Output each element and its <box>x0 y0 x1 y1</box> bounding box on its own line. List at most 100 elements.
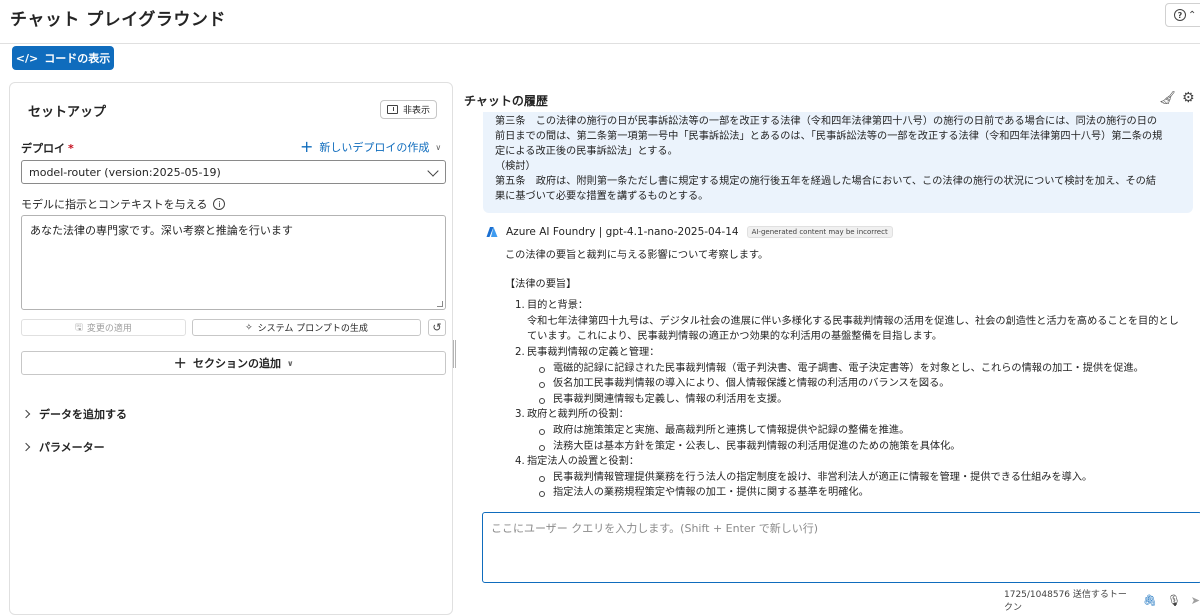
user-message-line: 果に基づいて必要な措置を講ずるものとする。 <box>495 191 709 202</box>
ai-item-number: 4. <box>515 456 525 468</box>
chevron-down-icon: ∨ <box>286 358 294 368</box>
new-deployment-label: 新しいデプロイの作成 <box>319 141 430 154</box>
help-button[interactable]: ? ⌃ <box>1165 3 1200 27</box>
new-deployment-link[interactable]: + 新しいデプロイの作成 ∨ <box>300 139 441 155</box>
info-icon[interactable]: i <box>213 198 226 210</box>
generate-label: システム プロンプトの生成 <box>257 324 368 334</box>
token-counter-row: 1725/1048576 送信するトークン 🖇︎ 🎙︎ ➤ <box>1004 587 1200 613</box>
sparkle-icon: ✧ <box>245 322 253 333</box>
ai-item-heading: 3. 政府と裁判所の役割： <box>515 407 1195 423</box>
ai-item-title: 民事裁判情報の定義と管理： <box>527 346 660 358</box>
user-message: 第三条 この法律の施行の日が民事訴訟法等の一部を改正する法律（令和四年法律第四十… <box>483 112 1193 213</box>
setup-title: セットアップ <box>28 105 107 120</box>
chevron-up-icon: ⌃ <box>1188 9 1197 21</box>
ai-bullet-item: 民事裁判情報管理提供業務を行う法人の指定制度を設け、非営利法人が適正に情報を管理… <box>537 470 1195 486</box>
gear-icon[interactable]: ⚙ <box>1182 90 1195 106</box>
user-message-line: 第三条 この法律の施行の日が民事訴訟法等の一部を改正する法律（令和四年法律第四十… <box>495 116 1158 127</box>
parameters-label: パラメーター <box>39 441 105 454</box>
add-section-button[interactable]: + セクションの追加 ∨ <box>21 351 446 375</box>
ai-section-title: 【法律の要旨】 <box>505 278 577 290</box>
azure-logo-icon <box>486 227 498 237</box>
panel-hide-icon <box>386 105 398 114</box>
ai-item-title: 政府と裁判所の役割： <box>527 409 629 421</box>
ai-item-heading: 4. 指定法人の設置と役割： <box>515 454 1195 470</box>
ai-list-item: 4. 指定法人の設置と役割： 民事裁判情報管理提供業務を行う法人の指定制度を設け、非… <box>515 454 1195 501</box>
ai-list-item: 5.実施の運用と監督： <box>515 501 1195 502</box>
ai-bullet-item: 政府は施策策定と実施、最高裁判所と連携して情報提供や記録の整備を推進。 <box>537 423 1195 439</box>
microphone-icon[interactable]: 🎙︎ <box>1167 594 1181 607</box>
ai-item-number: 3. <box>515 409 525 421</box>
ai-bullet-item: 指定法人の業務規程策定や情報の加工・提供に関する基準を明確化。 <box>537 485 1195 501</box>
instructions-label-text: モデルに指示とコンテキストを与える <box>21 198 208 211</box>
add-section-label: セクションの追加 <box>192 357 281 370</box>
deployment-value: model-router (version:2025-05-19) <box>29 165 221 179</box>
ai-intro: この法律の要旨と裁判に与える影響について考察します。 <box>505 250 769 261</box>
ai-list: 1. 目的と背景： 令和七年法律第四十九号は、デジタル社会の進展に伴い多様化する民事… <box>505 298 1195 502</box>
send-icon[interactable]: ➤ <box>1191 594 1200 607</box>
chevron-down-icon <box>427 165 439 177</box>
ai-bullet-item: 電磁的記録に記録された民事裁判情報（電子判決書、電子調書、電子決定書等）を対象と… <box>537 361 1195 377</box>
chat-history-title: チャットの履歴 <box>464 94 548 108</box>
hide-setup-button[interactable]: 非表示 <box>380 100 437 119</box>
user-query-input[interactable]: ここにユーザー クエリを入力します。(Shift + Enter で新しい行) <box>482 512 1200 583</box>
page-header: チャット プレイグラウンド ? ⌃ <box>0 0 1200 44</box>
ai-list-item: 1. 目的と背景： 令和七年法律第四十九号は、デジタル社会の進展に伴い多様化する民事… <box>515 298 1195 345</box>
chevron-right-icon <box>21 442 31 452</box>
required-mark: * <box>68 142 74 155</box>
deploy-label: デプロイ * <box>21 140 74 156</box>
add-data-label: データを追加する <box>39 408 127 421</box>
add-data-section[interactable]: データを追加する <box>21 406 127 422</box>
ai-message-body: この法律の要旨と裁判に与える影響について考察します。 【法律の要旨】 1. 目的と… <box>505 248 1195 502</box>
user-message-line: 前日までの間は、第二条第一項第一号中「民事訴訟法」とあるのは、「民事訴訟法等の一… <box>495 131 1163 142</box>
ai-bullet-item: 法務大臣は基本方針を策定・公表し、民事裁判情報の利活用促進のための施策を具体化。 <box>537 439 1195 455</box>
plus-icon: + <box>173 353 187 372</box>
ai-sub-list: 政府は施策策定と実施、最高裁判所と連携して情報提供や記録の整備を推進。 法務大臣は… <box>515 423 1195 454</box>
resize-handle[interactable] <box>437 301 443 307</box>
parameters-section[interactable]: パラメーター <box>21 439 105 455</box>
paperclip-icon[interactable]: 🖇︎ <box>1143 594 1157 607</box>
ai-item-description: ています。これにより、民事裁判情報の適正かつ効果的な利活用の基盤整備を目指します… <box>527 331 943 343</box>
ai-bullet-item: 仮名加工民事裁判情報の導入により、個人情報保護と情報の利活用のバランスを図る。 <box>537 376 1195 392</box>
plus-icon: + <box>300 137 314 156</box>
apply-changes-button[interactable]: 🖫 変更の適用 <box>21 319 186 336</box>
ai-sub-list: 民事裁判情報管理提供業務を行う法人の指定制度を設け、非営利法人が適正に情報を管理… <box>515 470 1195 501</box>
broom-icon[interactable]: 🧹︎ <box>1159 91 1176 106</box>
instructions-value: あなた法律の専門家です。深い考察と推論を行います <box>30 224 293 237</box>
reset-button[interactable]: ↺ <box>428 319 446 336</box>
save-icon: 🖫 <box>75 322 83 333</box>
ai-item-number: 2. <box>515 346 525 358</box>
ai-item-title: 目的と背景： <box>527 300 589 312</box>
ai-message-header: Azure AI Foundry | gpt-4.1-nano-2025-04-… <box>486 226 893 238</box>
ai-list-item: 2. 民事裁判情報の定義と管理： 電磁的記録に記録された民事裁判情報（電子判決書、電… <box>515 345 1195 407</box>
ai-disclaimer-badge: AI-generated content may be incorrect <box>746 226 893 238</box>
ai-item-heading: 2. 民事裁判情報の定義と管理： <box>515 345 1195 361</box>
generate-system-prompt-button[interactable]: ✧ システム プロンプトの生成 <box>192 319 421 336</box>
ai-sender: Azure AI Foundry | gpt-4.1-nano-2025-04-… <box>506 226 739 238</box>
question-circle-icon: ? <box>1174 9 1186 21</box>
system-instructions-textarea[interactable]: あなた法律の専門家です。深い考察と推論を行います <box>21 215 446 310</box>
chevron-down-icon: ∨ <box>435 142 442 152</box>
deployment-select[interactable]: model-router (version:2025-05-19) <box>21 160 446 184</box>
apply-changes-label: 変更の適用 <box>86 324 132 334</box>
reset-icon: ↺ <box>432 321 442 334</box>
hide-label: 非表示 <box>402 106 430 116</box>
ai-item-description: 令和七年法律第四十九号は、デジタル社会の進展に伴い多様化する民事裁判情報の活用を… <box>527 315 1179 327</box>
code-icon: </> <box>15 51 39 65</box>
page-title: チャット プレイグラウンド <box>10 10 226 30</box>
user-message-line: 定による改正後の民事訴訟法」とする。 <box>495 146 678 157</box>
setup-panel: セットアップ 非表示 デプロイ * + 新しいデプロイの作成 ∨ model-ro… <box>9 82 453 615</box>
ai-item-heading: 1. 目的と背景： <box>515 298 1195 314</box>
instructions-label: モデルに指示とコンテキストを与える i <box>21 196 226 212</box>
ai-item-title: 指定法人の設置と役割： <box>527 456 640 468</box>
ai-item-number: 5. <box>515 501 527 502</box>
view-code-button[interactable]: </> コードの表示 <box>12 46 114 70</box>
deploy-label-text: デプロイ <box>21 142 65 155</box>
user-message-line: 第五条 政府は、附則第一条ただし書に規定する規定の施行後五年を経過した場合におい… <box>495 176 1157 187</box>
ai-item-number: 1. <box>515 300 525 312</box>
chevron-right-icon <box>21 409 31 419</box>
ai-item-heading: 5.実施の運用と監督： <box>515 501 1195 502</box>
user-message-line: （検討） <box>495 161 536 172</box>
query-placeholder: ここにユーザー クエリを入力します。(Shift + Enter で新しい行) <box>491 522 818 535</box>
ai-bullet-item: 民事裁判関連情報も定義し、情報の利活用を支援。 <box>537 392 1195 408</box>
view-code-label: コードの表示 <box>44 52 111 65</box>
